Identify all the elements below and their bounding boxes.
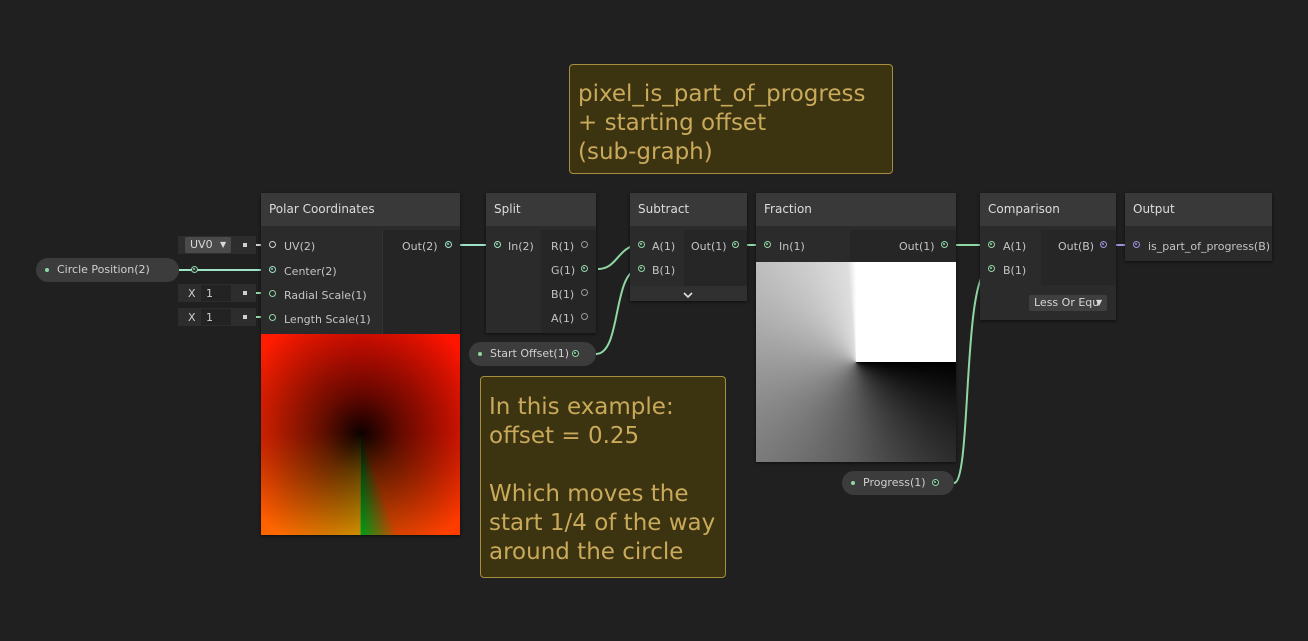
property-start-offset[interactable]: Start Offset(1) bbox=[469, 342, 596, 366]
output-label-out: Out(1) bbox=[691, 240, 727, 253]
output-label-b: B(1) bbox=[551, 288, 575, 301]
output-label-out: Out(B) bbox=[1058, 240, 1095, 253]
node-title: Split bbox=[486, 193, 596, 226]
inline-connector-icon bbox=[243, 315, 247, 319]
output-label-out: Out(2) bbox=[402, 240, 438, 253]
property-circle-position[interactable]: Circle Position(2) bbox=[36, 258, 198, 282]
property-dot-icon bbox=[478, 352, 482, 356]
fraction-out-port[interactable] bbox=[941, 241, 948, 248]
subtract-out-port[interactable] bbox=[732, 241, 739, 248]
input-label-center: Center(2) bbox=[284, 265, 337, 278]
uv-channel-dropdown[interactable]: UV0 ▼ bbox=[185, 237, 231, 253]
radial-scale-axis-label: X bbox=[188, 287, 196, 300]
property-dot-icon bbox=[45, 268, 49, 272]
inline-connector-icon bbox=[243, 243, 247, 247]
split-a-port[interactable] bbox=[581, 313, 588, 320]
output-label-g: G(1) bbox=[551, 264, 576, 277]
polar-preview-image bbox=[261, 334, 460, 535]
property-label: Progress(1) bbox=[863, 476, 926, 489]
polar-preview-gradient bbox=[261, 334, 460, 535]
comparison-mode-dropdown[interactable]: Less Or Equ ▼ bbox=[1029, 295, 1107, 311]
caret-down-icon: ▼ bbox=[220, 240, 227, 249]
uv-in-port[interactable] bbox=[269, 241, 276, 248]
radial-scale-in-port[interactable] bbox=[269, 290, 276, 297]
node-title: Polar Coordinates bbox=[261, 193, 460, 226]
node-title: Subtract bbox=[630, 193, 747, 226]
node-title: Comparison bbox=[980, 193, 1116, 226]
circle-position-out-port[interactable] bbox=[191, 266, 198, 273]
inline-connector-icon bbox=[243, 291, 247, 295]
length-scale-axis-label: X bbox=[188, 311, 196, 324]
input-label-length-scale: Length Scale(1) bbox=[284, 313, 371, 326]
fraction-preview-image bbox=[756, 262, 956, 462]
output-in-port[interactable] bbox=[1133, 241, 1140, 248]
input-label-radial-scale: Radial Scale(1) bbox=[284, 289, 367, 302]
output-label-r: R(1) bbox=[551, 240, 575, 253]
polar-out-port[interactable] bbox=[445, 241, 452, 248]
split-in-port[interactable] bbox=[494, 241, 501, 248]
chevron-down-icon[interactable] bbox=[682, 286, 694, 299]
comparison-a-port[interactable] bbox=[988, 241, 995, 248]
property-progress[interactable]: Progress(1) bbox=[842, 471, 954, 495]
node-output-panel bbox=[684, 230, 747, 286]
comparison-b-port[interactable] bbox=[988, 265, 995, 272]
progress-out-port[interactable] bbox=[932, 479, 939, 486]
input-label-is-part-of-progress: is_part_of_progress(B) bbox=[1148, 240, 1271, 253]
input-label-a: A(1) bbox=[1003, 240, 1027, 253]
sticky-note-subgraph-title[interactable]: pixel_is_part_of_progress + starting off… bbox=[569, 64, 893, 174]
node-polar-coordinates[interactable]: Polar Coordinates UV(2) Center(2) Radial… bbox=[261, 193, 460, 535]
node-comparison[interactable]: Comparison A(1) B(1) Out(B) Less Or Equ … bbox=[980, 193, 1116, 320]
length-scale-inline-input: X 1 bbox=[178, 308, 256, 326]
property-label: Circle Position(2) bbox=[57, 263, 150, 276]
sticky-note-example[interactable]: In this example: offset = 0.25 Which mov… bbox=[480, 376, 726, 578]
node-output[interactable]: Output is_part_of_progress(B) bbox=[1125, 193, 1272, 261]
caret-down-icon: ▼ bbox=[1096, 298, 1103, 307]
subtract-a-port[interactable] bbox=[638, 241, 645, 248]
length-scale-value: 1 bbox=[206, 311, 213, 324]
uv-inline-input: UV0 ▼ bbox=[178, 236, 256, 254]
node-subtract[interactable]: Subtract A(1) B(1) Out(1) bbox=[630, 193, 747, 301]
comparison-out-port[interactable] bbox=[1100, 241, 1107, 248]
output-label-out: Out(1) bbox=[899, 240, 935, 253]
node-title: Output bbox=[1125, 193, 1272, 226]
node-split[interactable]: Split In(2) R(1) G(1) B(1) A(1) bbox=[486, 193, 596, 333]
fraction-in-port[interactable] bbox=[764, 241, 771, 248]
split-b-port[interactable] bbox=[581, 289, 588, 296]
input-label-uv: UV(2) bbox=[284, 240, 316, 253]
input-label-b: B(1) bbox=[652, 264, 676, 277]
property-label: Start Offset(1) bbox=[490, 347, 569, 360]
length-scale-value-field[interactable]: 1 bbox=[201, 309, 231, 325]
output-label-a: A(1) bbox=[551, 312, 575, 325]
length-scale-in-port[interactable] bbox=[269, 314, 276, 321]
node-fraction[interactable]: Fraction In(1) Out(1) bbox=[756, 193, 956, 462]
input-label-in: In(1) bbox=[779, 240, 805, 253]
input-label-a: A(1) bbox=[652, 240, 676, 253]
center-in-port[interactable] bbox=[269, 266, 276, 273]
input-label-in: In(2) bbox=[508, 240, 534, 253]
comparison-mode-value: Less Or Equ bbox=[1034, 296, 1100, 309]
radial-scale-value-field[interactable]: 1 bbox=[201, 285, 231, 301]
subtract-b-port[interactable] bbox=[638, 265, 645, 272]
split-r-port[interactable] bbox=[581, 241, 588, 248]
input-label-b: B(1) bbox=[1003, 264, 1027, 277]
node-output-panel bbox=[1041, 230, 1116, 285]
node-title: Fraction bbox=[756, 193, 956, 226]
radial-scale-value: 1 bbox=[206, 287, 213, 300]
split-g-port[interactable] bbox=[581, 265, 588, 272]
radial-scale-inline-input: X 1 bbox=[178, 284, 256, 302]
property-dot-icon bbox=[851, 481, 855, 485]
uv-channel-value: UV0 bbox=[190, 238, 213, 251]
start-offset-out-port[interactable] bbox=[572, 350, 579, 357]
